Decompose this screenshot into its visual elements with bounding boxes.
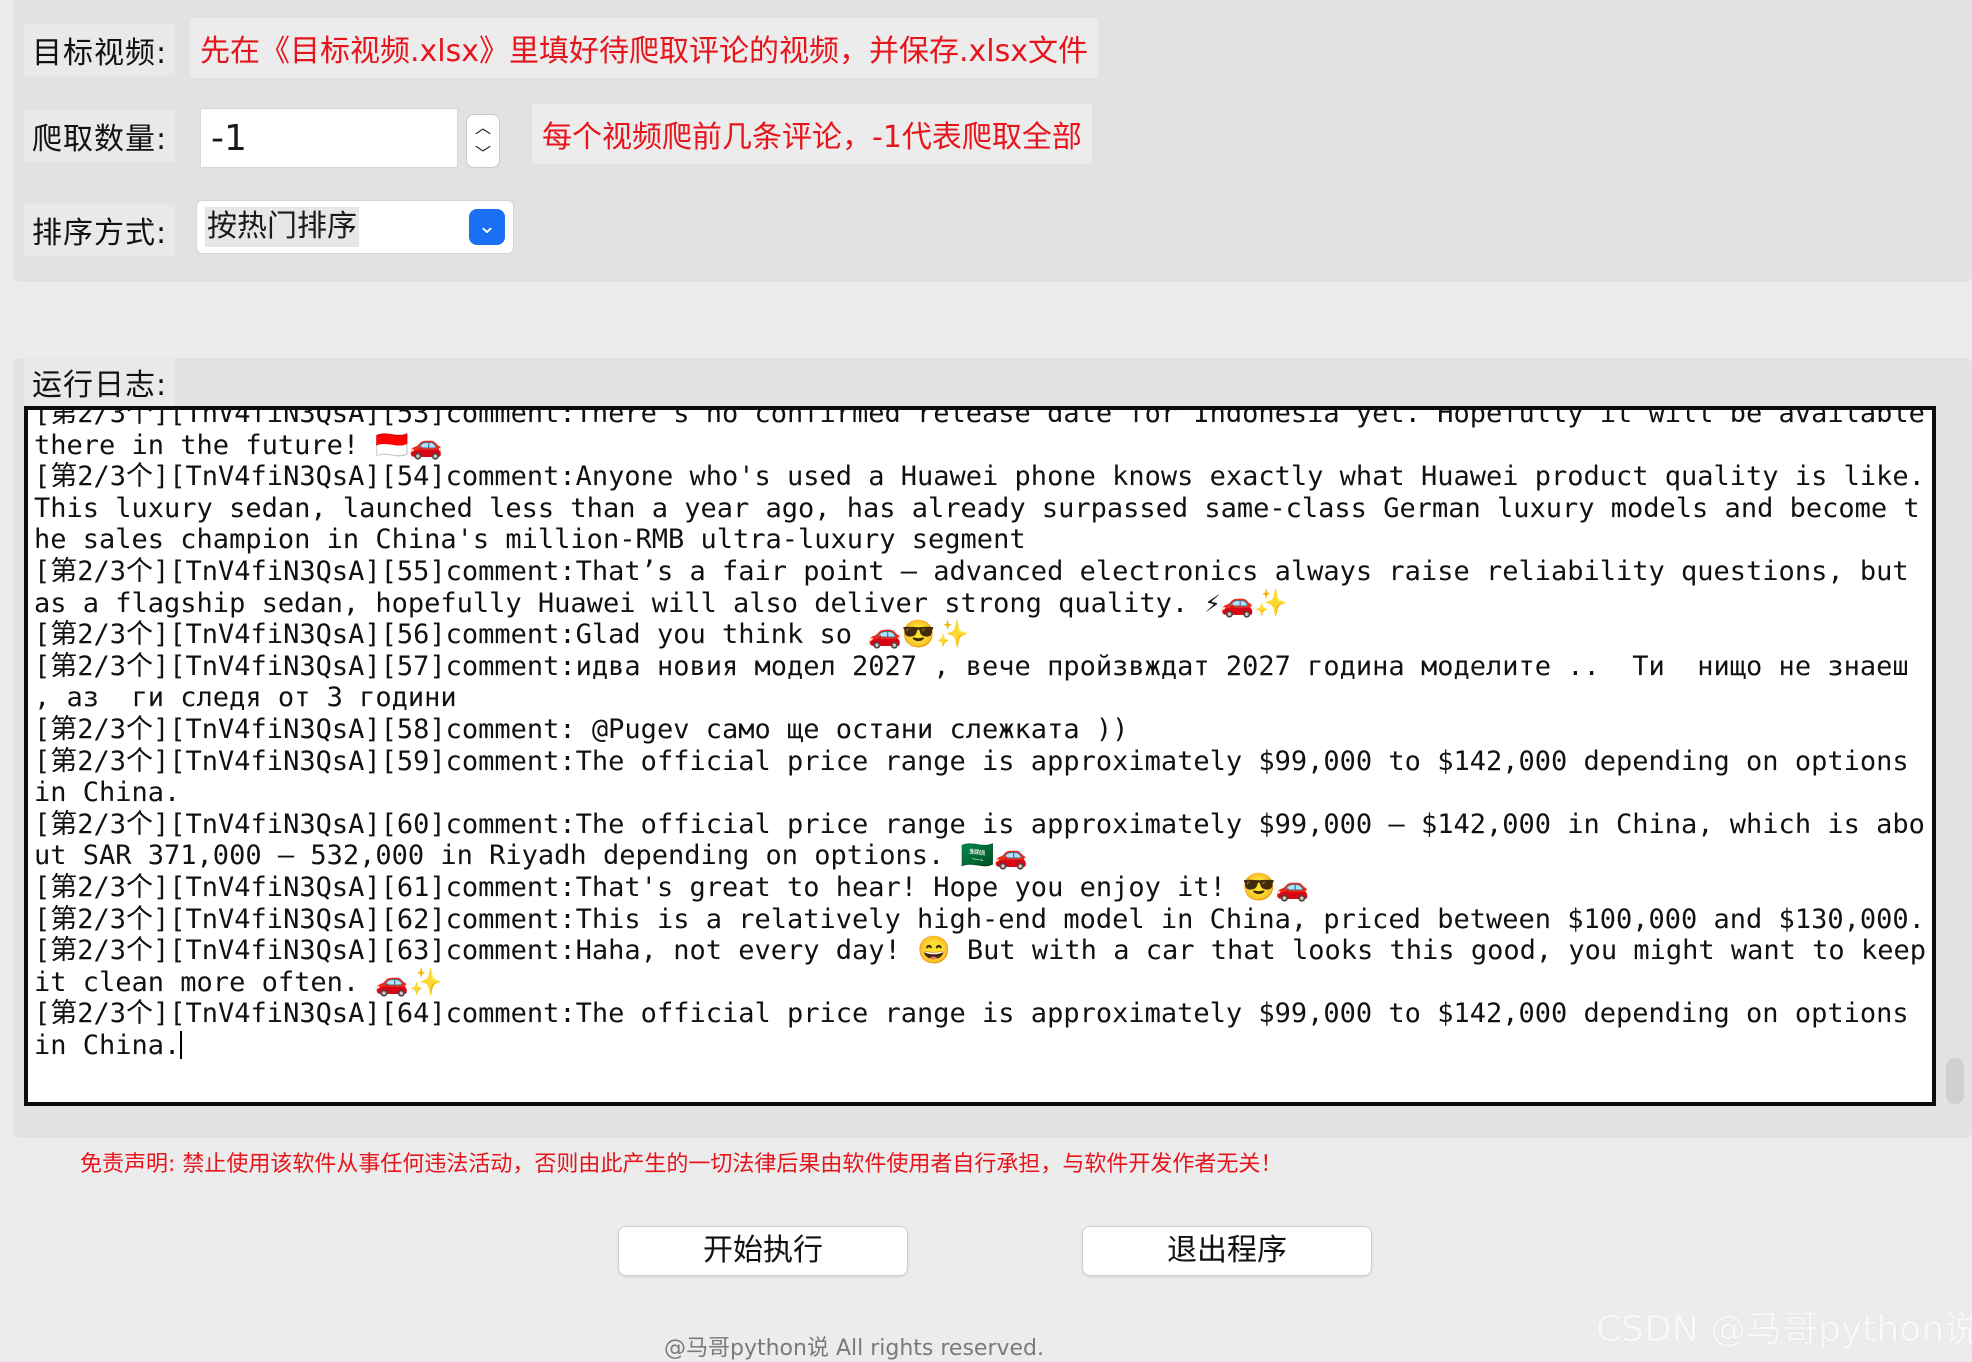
chevron-up-icon[interactable]: ︿ <box>467 115 499 141</box>
disclaimer-text: 免责声明: 禁止使用该软件从事任何违法活动，否则由此产生的一切法律后果由软件使用… <box>80 1152 1283 1177</box>
log-label: 运行日志: <box>24 356 176 408</box>
exit-button[interactable]: 退出程序 <box>1082 1226 1372 1276</box>
count-input[interactable]: -1 <box>200 108 458 168</box>
log-text: [第2/3个][TnV4fiN3QsA][53]comment:There's … <box>34 406 1926 1061</box>
target-video-hint: 先在《目标视频.xlsx》里填好待爬取评论的视频，并保存.xlsx文件 <box>190 18 1099 78</box>
log-textarea[interactable]: [第2/3个][TnV4fiN3QsA][53]comment:There's … <box>24 406 1936 1106</box>
copyright-footer: @马哥python说 All rights reserved. <box>664 1336 1045 1361</box>
log-scrollbar[interactable] <box>1946 1058 1964 1104</box>
sort-select-value: 按热门排序 <box>205 207 359 247</box>
count-label: 爬取数量: <box>24 110 176 162</box>
watermark: CSDN @马哥python说 <box>1596 1309 1972 1350</box>
count-stepper[interactable]: ︿ ﹀ <box>466 114 500 168</box>
sort-label: 排序方式: <box>24 204 176 256</box>
chevron-down-icon[interactable]: ﹀ <box>467 141 499 167</box>
text-cursor <box>180 1030 183 1059</box>
start-button[interactable]: 开始执行 <box>618 1226 908 1276</box>
sort-select[interactable]: 按热门排序 ⌄ <box>196 200 514 254</box>
target-video-label: 目标视频: <box>24 24 176 76</box>
count-hint: 每个视频爬前几条评论，-1代表爬取全部 <box>532 104 1092 164</box>
chevron-down-icon[interactable]: ⌄ <box>469 209 505 245</box>
